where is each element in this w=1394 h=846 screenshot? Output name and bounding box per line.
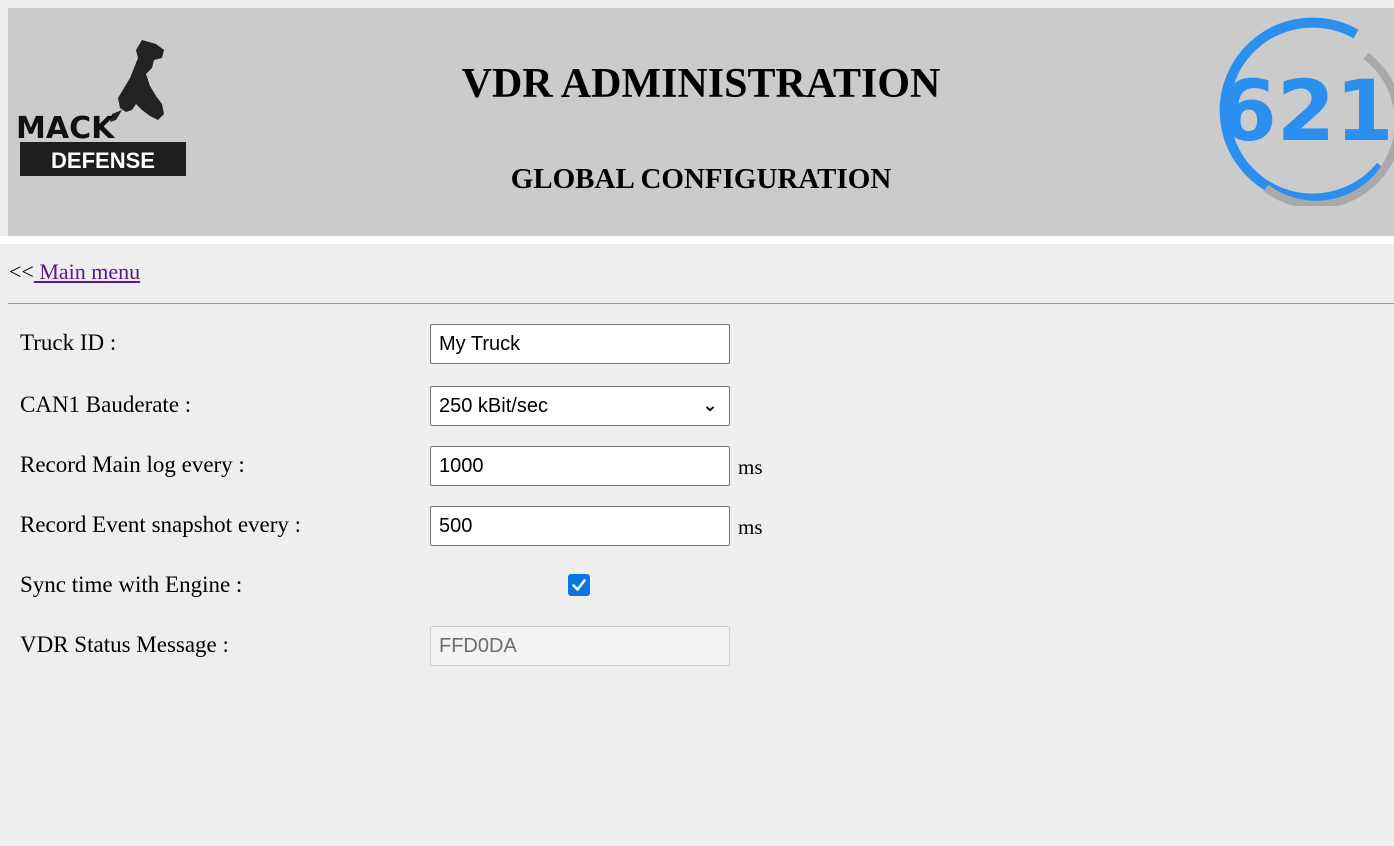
header-separator	[0, 236, 1394, 244]
main-log-row: Record Main log every : ms	[20, 446, 920, 486]
sync-time-row: Sync time with Engine :	[20, 566, 920, 606]
status-message-label: VDR Status Message :	[20, 632, 229, 657]
can1-baudrate-select[interactable]: 250 kBit/sec	[430, 386, 730, 426]
back-arrow-prefix: <<	[9, 259, 34, 284]
checkmark-icon	[572, 579, 586, 591]
truck-id-row: Truck ID :	[20, 324, 920, 364]
page-subtitle: GLOBAL CONFIGURATION	[510, 163, 892, 195]
can1-baudrate-label: CAN1 Bauderate :	[20, 392, 192, 417]
event-snapshot-row: Record Event snapshot every : ms	[20, 506, 920, 546]
truck-id-input[interactable]	[430, 324, 730, 364]
svg-text:MACK: MACK	[16, 111, 116, 146]
header-banner: MACK DEFENSE VDR ADMINISTRATION GLOBAL C…	[8, 8, 1394, 236]
can1-baudrate-row: CAN1 Bauderate : 250 kBit/sec ⌄	[20, 386, 920, 426]
sync-time-label: Sync time with Engine :	[20, 572, 243, 597]
main-log-unit: ms	[738, 455, 763, 479]
truck-id-label: Truck ID :	[20, 330, 117, 355]
event-snapshot-interval-input[interactable]	[430, 506, 730, 546]
page-title: VDR ADMINISTRATION	[461, 61, 941, 107]
event-snapshot-unit: ms	[738, 515, 763, 539]
status-message-field	[430, 626, 730, 666]
svg-text:621: 621	[1218, 62, 1393, 160]
main-log-label: Record Main log every :	[20, 452, 245, 477]
breadcrumb: << Main menu	[9, 259, 140, 285]
divider	[8, 303, 1394, 304]
sync-time-checkbox[interactable]	[568, 574, 590, 596]
621-logo: 621	[1218, 17, 1394, 206]
main-content: << Main menu Truck ID : CAN1 Bauderate :…	[0, 244, 1394, 846]
main-menu-link[interactable]: Main menu	[34, 259, 140, 284]
status-message-row: VDR Status Message :	[20, 626, 920, 666]
event-snapshot-label: Record Event snapshot every :	[20, 512, 302, 537]
page: MACK DEFENSE VDR ADMINISTRATION GLOBAL C…	[0, 0, 1394, 846]
main-log-interval-input[interactable]	[430, 446, 730, 486]
